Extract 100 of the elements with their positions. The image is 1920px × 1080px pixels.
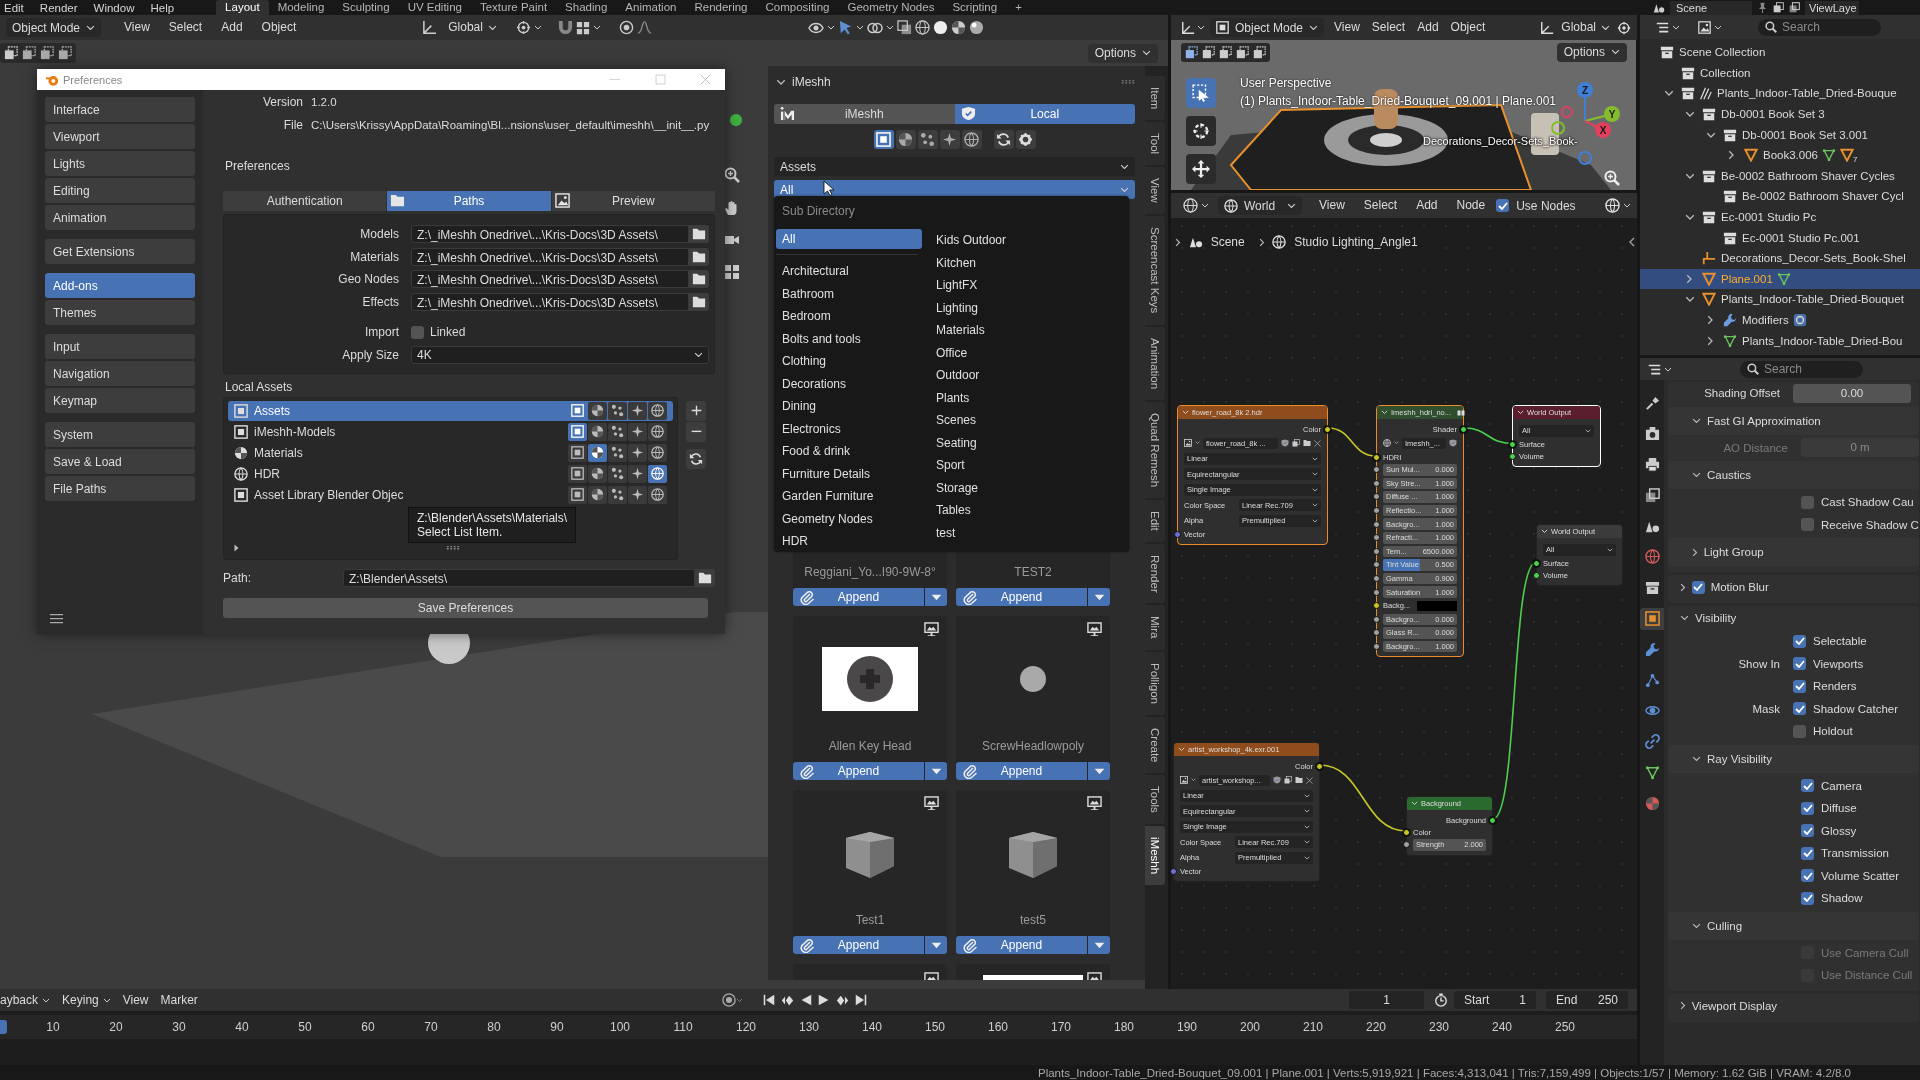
menu-item[interactable]: Scenes [930,409,1125,432]
select-tool-button[interactable] [1186,78,1216,108]
shield-icon[interactable] [1273,776,1281,784]
search-field[interactable]: Search [1740,360,1863,378]
type-toggle[interactable] [628,401,647,420]
layers-icon[interactable] [1789,2,1800,13]
socket-icon[interactable] [1509,453,1516,460]
append-button[interactable]: Append [793,936,924,954]
pivot-icon[interactable] [1617,20,1631,35]
sidebar-tab[interactable]: Item [1145,76,1165,121]
append-options-button[interactable] [925,588,947,606]
wire-sphere-icon[interactable] [1183,198,1198,213]
nav-item[interactable]: Themes [45,300,195,325]
type-toggle[interactable] [588,485,607,504]
checkbox[interactable] [1801,869,1814,883]
type-toggle[interactable] [648,401,667,420]
sidebar-tab[interactable]: Tool [1145,122,1165,166]
shield-icon[interactable] [1449,439,1457,447]
arrow-icon[interactable] [837,20,853,35]
type-toggle[interactable] [961,130,982,149]
tree-item[interactable]: Book3.006 7 [1640,144,1920,166]
socket-icon[interactable] [1403,841,1410,849]
socket-icon[interactable] [1373,643,1380,650]
nav-item[interactable]: Get Extensions [45,239,195,264]
append-options-button[interactable] [925,936,947,954]
settings-tab[interactable]: Authentication [223,191,387,211]
type-toggle[interactable] [608,443,627,462]
tree-item[interactable]: Ec-0001 Studio Pc [1640,206,1920,228]
type-toggle[interactable] [917,130,938,149]
node[interactable] [1376,405,1464,658]
checkbox[interactable] [411,325,424,339]
shaded-sphere-icon[interactable] [950,20,966,35]
selection-mode-icon[interactable] [1253,45,1266,59]
menu-item[interactable]: Select [160,18,211,37]
pin-icon[interactable] [1757,2,1768,13]
menu-item[interactable]: Bedroom [776,305,922,328]
workspace-tab[interactable]: Modeling [268,0,334,15]
append-options-button[interactable] [1088,936,1110,954]
sidebar-tab[interactable]: Mira [1145,605,1165,650]
selection-mode-icon[interactable] [58,46,72,60]
tree-item[interactable]: Db-0001 Book Set 3.001 [1640,124,1920,145]
asset-card[interactable]: test5 Append [956,790,1110,954]
list-icon[interactable] [1656,20,1669,34]
folder-button[interactable] [689,292,709,311]
shield-icon[interactable] [1281,439,1289,447]
socket-icon[interactable] [1460,425,1467,433]
checkbox[interactable] [1801,801,1814,815]
axes-icon[interactable] [1540,20,1555,35]
chevron-right-icon[interactable] [1728,150,1735,161]
sidebar-tab[interactable]: Edit [1145,499,1165,542]
panel-header[interactable]: Ray Visibility [1668,744,1919,773]
type-toggle[interactable] [608,401,627,420]
nav-item[interactable]: Keymap [45,388,195,413]
nav-item[interactable]: System [45,422,195,447]
socket-icon[interactable] [1324,425,1331,433]
play-icon[interactable] [817,994,830,1006]
pivot-icon[interactable] [515,20,531,35]
axes-icon[interactable] [422,20,438,35]
menu-item[interactable]: View [1329,18,1365,37]
globe-icon[interactable] [1605,198,1620,213]
chevron-right-icon[interactable] [1707,335,1714,346]
checkbox[interactable] [1793,724,1806,738]
workspace-tab[interactable]: Geometry Nodes [838,0,944,15]
stopwatch-icon[interactable] [1434,993,1448,1007]
remove-button[interactable] [686,421,706,442]
workspace-tab[interactable]: UV Editing [398,0,471,15]
menu-item[interactable]: Food & drink [776,440,922,463]
append-options-button[interactable] [1088,762,1110,780]
selection-mode-icon[interactable] [1202,45,1215,59]
checkbox[interactable] [1801,824,1814,838]
save-button[interactable]: Save Preferences [223,597,708,618]
grip-icon[interactable] [446,544,460,551]
chevron-down-icon[interactable] [1684,110,1695,118]
asset-card[interactable]: Allen Key Head Append [793,616,947,780]
menu-item[interactable]: Edit [4,0,24,15]
mesh-triangle-icon[interactable] [1822,148,1836,163]
socket-icon[interactable] [1316,762,1323,770]
nav-item[interactable]: Animation [45,205,195,230]
type-toggle[interactable] [628,485,647,504]
menu-item[interactable]: Object [1445,18,1491,37]
nav-item[interactable]: Save & Load [45,449,195,474]
type-toggle[interactable] [608,485,627,504]
menu-item[interactable]: Marker [160,993,210,1007]
current-frame-field[interactable]: 1 [1349,991,1424,1009]
menu-item[interactable]: Office [930,341,1125,364]
type-toggle[interactable] [568,464,587,483]
type-toggle[interactable] [568,443,587,462]
chevron-right-icon[interactable] [1707,315,1714,325]
menu-item[interactable]: Render [39,0,78,15]
zoom-icon[interactable] [724,167,740,183]
checkbox[interactable] [1691,580,1705,594]
chevron-down-icon[interactable] [776,78,786,86]
append-button[interactable]: Append [793,588,924,606]
keyframe-back-icon[interactable] [780,993,794,1007]
type-toggle[interactable] [588,422,607,441]
axis-handle[interactable] [1551,121,1565,135]
menu-item[interactable]: All [776,229,922,249]
source-tab[interactable]: iMeshh [774,104,955,124]
workspace-tab[interactable]: Scripting [943,0,1007,15]
type-toggle[interactable] [568,422,587,441]
